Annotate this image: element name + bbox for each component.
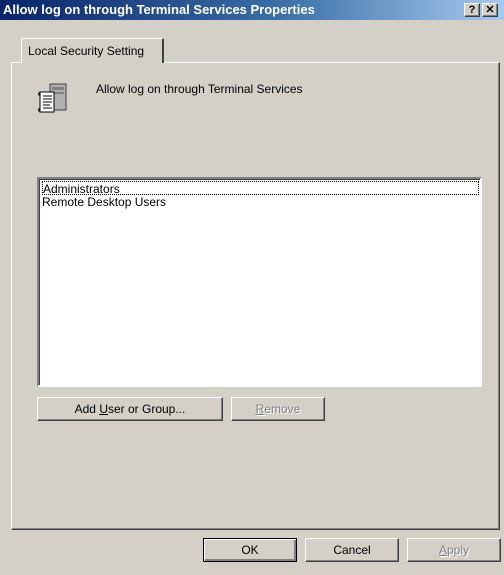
remove-button-accelerator: R: [255, 402, 265, 416]
policy-document-icon: [38, 83, 67, 113]
help-icon: ?: [468, 4, 476, 16]
remove-button-label: emove: [264, 402, 301, 416]
close-icon: ✕: [485, 4, 495, 16]
apply-button[interactable]: Apply: [407, 538, 501, 562]
cancel-button[interactable]: Cancel: [305, 538, 399, 562]
add-button-label-start: Add: [74, 402, 100, 416]
tab-local-security-setting[interactable]: Local Security Setting: [21, 38, 164, 63]
apply-button-label: pply: [447, 543, 470, 557]
list-item[interactable]: Remote Desktop Users: [42, 195, 166, 209]
cancel-button-label: Cancel: [333, 543, 371, 557]
remove-button[interactable]: Remove: [231, 397, 325, 421]
tab-label: Local Security Setting: [28, 44, 145, 58]
ok-button-label: OK: [241, 543, 259, 557]
list-item[interactable]: Administrators: [42, 181, 479, 196]
close-button[interactable]: ✕: [482, 3, 498, 17]
ok-button[interactable]: OK: [203, 538, 297, 562]
policy-name: Allow log on through Terminal Services: [96, 82, 303, 96]
add-button-accelerator: U: [99, 402, 108, 416]
window-title: Allow log on through Terminal Services P…: [3, 2, 315, 17]
title-bar[interactable]: Allow log on through Terminal Services P…: [0, 0, 504, 20]
properties-dialog: Allow log on through Terminal Services P…: [0, 0, 504, 575]
apply-button-accelerator: A: [438, 543, 447, 557]
add-user-or-group-button[interactable]: Add User or Group...: [37, 397, 223, 421]
help-button[interactable]: ?: [464, 3, 480, 17]
members-listbox[interactable]: Administrators Remote Desktop Users: [37, 177, 482, 387]
add-button-label-end: ser or Group...: [107, 402, 186, 416]
